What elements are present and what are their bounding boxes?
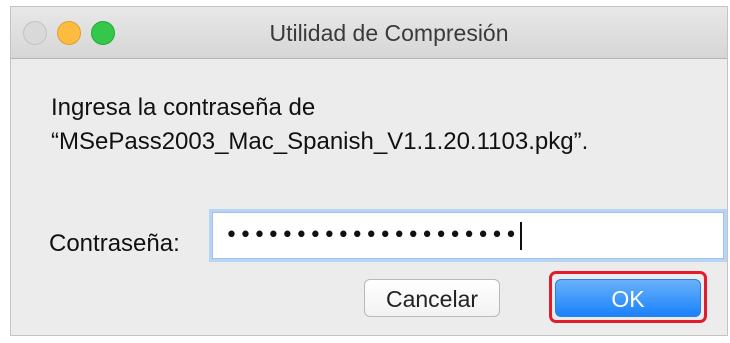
window-title: Utilidad de Compresión <box>269 20 509 46</box>
password-field[interactable]: ••••••••••••••••••••• <box>212 212 724 259</box>
text-caret <box>519 222 522 250</box>
password-label: Contraseña: <box>49 230 180 257</box>
prompt-message: Ingresa la contraseña de “MSePass2003_Ma… <box>51 91 588 159</box>
dialog-window: Utilidad de Compresión Ingresa la contra… <box>10 6 728 336</box>
prompt-line-1: Ingresa la contraseña de <box>51 94 316 121</box>
prompt-line-2: “MSePass2003_Mac_Spanish_V1.1.20.1103.pk… <box>51 128 589 155</box>
cancel-button[interactable]: Cancelar <box>364 279 500 317</box>
ok-button-highlight <box>549 271 707 323</box>
title-bar[interactable]: Utilidad de Compresión <box>11 7 727 59</box>
password-masked-text: ••••••••••••••••••••• <box>225 223 519 248</box>
